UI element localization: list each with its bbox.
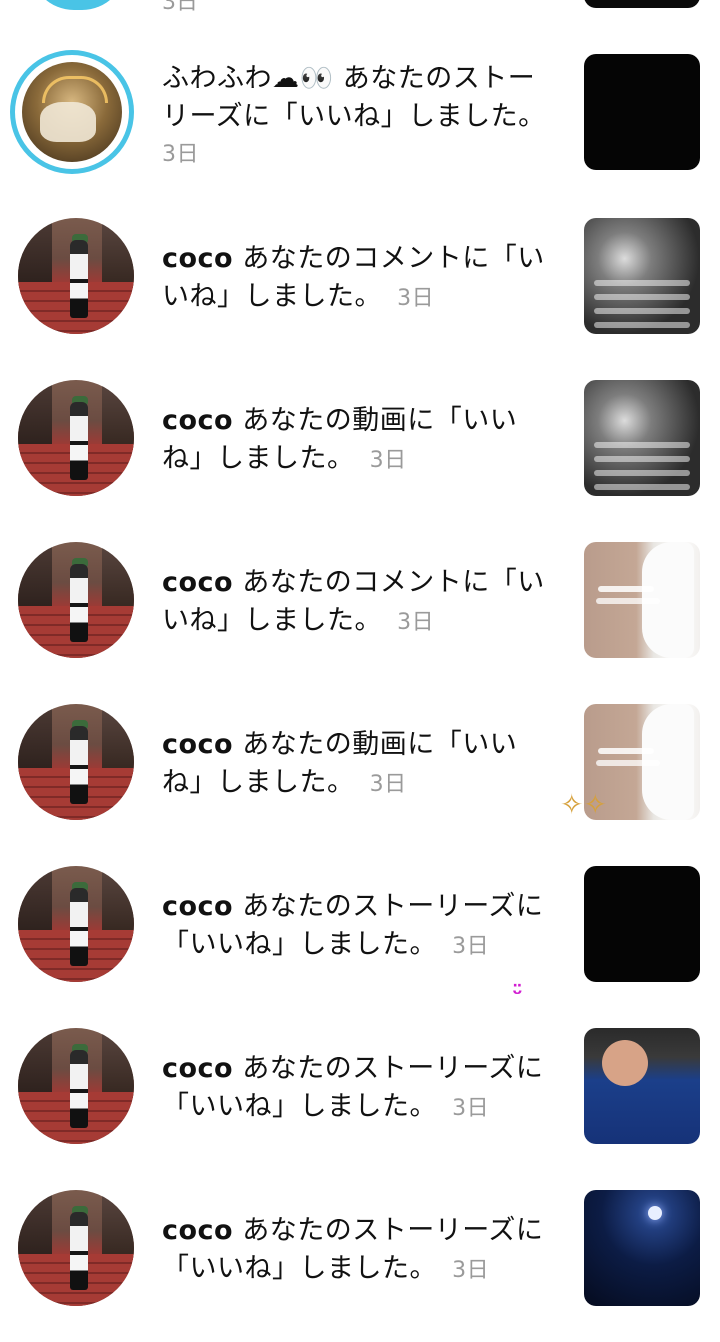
username[interactable]: coco — [162, 1053, 233, 1084]
notification-text: coco あなたのストーリーズに「いいね」しました。 3日 — [162, 1050, 554, 1128]
list-item[interactable]: coco あなたのストーリーズに「いいね」しました。 3日 — [0, 856, 720, 1018]
avatar[interactable] — [10, 50, 134, 174]
timestamp: 3日 — [369, 772, 407, 797]
post-thumbnail[interactable] — [584, 54, 700, 170]
username[interactable]: coco — [162, 891, 233, 922]
timestamp: 3日 — [162, 142, 199, 167]
list-item[interactable]: coco あなたのコメントに「いいね」しました。 3日 — [0, 532, 720, 694]
timestamp: 3日 — [452, 1096, 490, 1121]
avatar[interactable] — [18, 218, 134, 334]
username[interactable]: coco — [162, 1215, 233, 1246]
avatar[interactable] — [18, 704, 134, 820]
post-thumbnail[interactable] — [584, 0, 700, 8]
notification-text: coco あなたのコメントに「いいね」しました。 3日 — [162, 564, 554, 642]
timestamp: 3日 — [162, 0, 198, 15]
avatar[interactable] — [18, 866, 134, 982]
notification-text: coco あなたのコメントに「いいね」しました。 3日 — [162, 240, 554, 318]
notification-list: 3日 ふわふわ☁👀 あなたのストーリーズに「いいね」しました。 3日 coco … — [0, 0, 720, 1306]
notification-text: coco あなたの動画に「いいね」しました。 3日 — [162, 726, 554, 804]
list-item[interactable]: ふわふわ☁👀 あなたのストーリーズに「いいね」しました。 3日 — [0, 46, 720, 208]
post-thumbnail[interactable] — [584, 542, 700, 658]
post-thumbnail[interactable] — [584, 1190, 700, 1306]
post-thumbnail[interactable] — [584, 866, 700, 982]
post-thumbnail[interactable] — [584, 218, 700, 334]
post-thumbnail[interactable] — [584, 380, 700, 496]
username[interactable]: coco — [162, 243, 233, 274]
username[interactable]: coco — [162, 405, 233, 436]
sparkle-icon: ✧✧ — [560, 788, 607, 821]
list-item[interactable]: coco あなたの動画に「いいね」しました。 3日 — [0, 370, 720, 532]
avatar[interactable] — [18, 1190, 134, 1306]
timestamp: 3日 — [397, 610, 435, 635]
timestamp: 3日 — [397, 286, 435, 311]
list-item[interactable]: coco あなたのストーリーズに「いいね」しました。 3日 — [0, 1018, 720, 1180]
timestamp: 3日 — [452, 1258, 490, 1283]
avatar[interactable] — [18, 380, 134, 496]
username[interactable]: coco — [162, 729, 233, 760]
avatar[interactable] — [30, 0, 126, 10]
list-item[interactable]: coco あなたの動画に「いいね」しました。 3日 — [0, 694, 720, 856]
username[interactable]: coco — [162, 567, 233, 598]
post-thumbnail[interactable] — [584, 1028, 700, 1144]
notification-text: ふわふわ☁👀 あなたのストーリーズに「いいね」しました。 3日 — [162, 60, 554, 174]
wink-icon: ᵕ̈ — [512, 982, 523, 1007]
avatar[interactable] — [18, 1028, 134, 1144]
avatar[interactable] — [18, 542, 134, 658]
notification-text: coco あなたの動画に「いいね」しました。 3日 — [162, 402, 554, 480]
timestamp: 3日 — [452, 934, 490, 959]
list-item[interactable]: coco あなたのストーリーズに「いいね」しました。 3日 — [0, 1180, 720, 1342]
username[interactable]: ふわふわ☁👀 — [162, 63, 334, 94]
notification-text: coco あなたのストーリーズに「いいね」しました。 3日 — [162, 1212, 554, 1290]
timestamp: 3日 — [369, 448, 407, 473]
notification-text: coco あなたのストーリーズに「いいね」しました。 3日 — [162, 888, 554, 966]
list-item[interactable]: coco あなたのコメントに「いいね」しました。 3日 — [0, 208, 720, 370]
